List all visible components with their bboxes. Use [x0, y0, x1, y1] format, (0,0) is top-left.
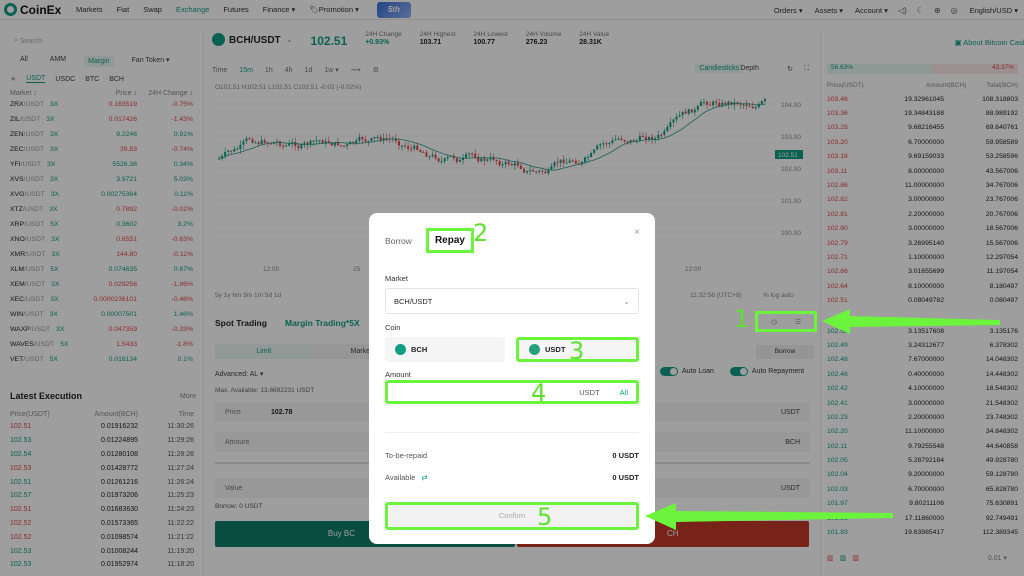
- annotation-number-5: 5: [537, 503, 553, 531]
- to-be-repaid-row: To-be-repaid 0 USDT: [385, 451, 639, 460]
- bch-coin-icon: [395, 344, 406, 355]
- coin-label: Coin: [385, 323, 401, 332]
- coin-option-bch[interactable]: BCH: [385, 337, 505, 362]
- annotation-number-2: 2: [473, 219, 489, 247]
- market-label: Market: [385, 274, 408, 283]
- all-button[interactable]: All: [620, 388, 628, 397]
- tab-repay[interactable]: Repay: [425, 228, 474, 253]
- available-row: Available ⇄ 0 USDT: [385, 473, 639, 482]
- transfer-icon: ⇄: [421, 473, 428, 482]
- confirm-button[interactable]: Confirm: [385, 502, 639, 530]
- modal-tabs: Borrow Repay: [385, 228, 474, 253]
- annotation-box-borrow: [755, 311, 817, 332]
- modal-divider: [385, 432, 639, 433]
- amount-label: Amount: [385, 370, 411, 379]
- tab-borrow[interactable]: Borrow: [385, 236, 412, 246]
- annotation-number-1: 1: [734, 305, 750, 333]
- repay-amount-input[interactable]: USDT All: [385, 380, 639, 404]
- usdt-coin-icon: [529, 344, 540, 355]
- close-icon[interactable]: ×: [634, 227, 640, 238]
- chevron-down-icon: ⌄: [623, 296, 630, 306]
- market-select[interactable]: BCH/USDT ⌄: [385, 288, 639, 314]
- annotation-number-4: 4: [531, 379, 547, 407]
- annotation-number-3: 3: [569, 337, 585, 365]
- borrow-repay-modal: Borrow Repay × Market BCH/USDT ⌄ Coin BCH…: [369, 213, 655, 544]
